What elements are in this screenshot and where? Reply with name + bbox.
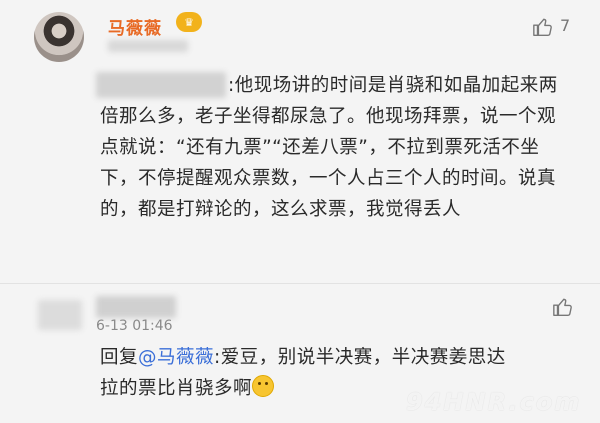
- smile-emoji-icon: [252, 375, 275, 397]
- mention-link[interactable]: @马薇薇: [138, 347, 214, 368]
- watermark: 94HNR.com: [406, 388, 582, 416]
- avatar[interactable]: [38, 300, 82, 330]
- thumbs-up-icon[interactable]: [532, 16, 554, 38]
- blurred-username[interactable]: [96, 296, 176, 318]
- comment-username[interactable]: 马薇薇: [108, 14, 162, 39]
- comment-date: 6-13 01:46: [96, 318, 173, 334]
- crown-badge-icon: ♛: [176, 12, 202, 32]
- blurred-date: [108, 40, 188, 52]
- reply-prefix: 回复: [100, 347, 139, 368]
- like-count: 7: [560, 16, 571, 35]
- comment-text: :他现场讲的时间是肖骁和如晶加起来两倍那么多，老子坐得都尿急了。他现场拜票，说一…: [100, 75, 558, 220]
- avatar[interactable]: [34, 12, 84, 62]
- thumbs-up-icon[interactable]: [552, 296, 574, 318]
